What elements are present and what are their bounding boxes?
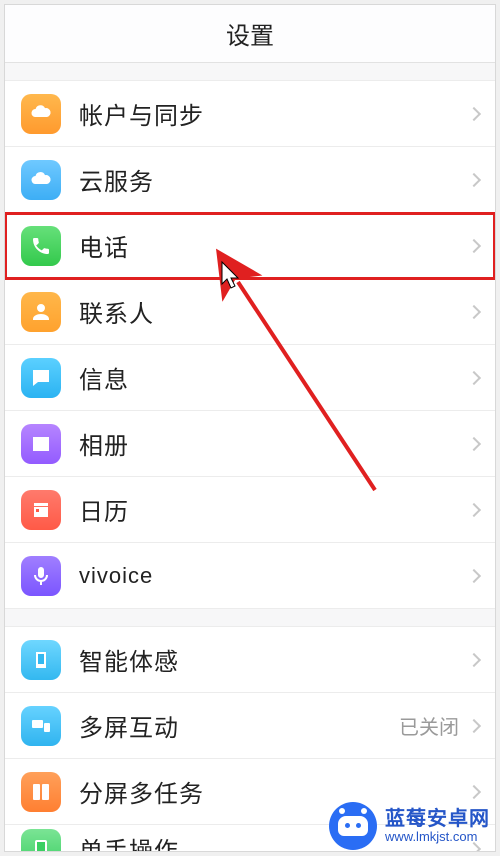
row-label: 电话 [79,228,469,263]
row-multi[interactable]: 多屏互动 已关闭 [5,693,495,759]
row-label: 相册 [79,426,469,461]
phone-icon [21,226,61,266]
chevron-right-icon [467,652,481,666]
calendar-icon [21,490,61,530]
cloud-icon [21,160,61,200]
chevron-right-icon [467,841,481,852]
chevron-right-icon [467,502,481,516]
row-label: 智能体感 [79,642,469,677]
chevron-right-icon [467,718,481,732]
onehand-icon [21,829,61,853]
settings-screen: 设置 帐户与同步 云服务 电话 [4,4,496,852]
motion-icon [21,640,61,680]
row-messages[interactable]: 信息 [5,345,495,411]
section-gap [5,63,495,81]
chevron-right-icon [467,106,481,120]
photos-icon [21,424,61,464]
chevron-right-icon [467,172,481,186]
row-motion[interactable]: 智能体感 [5,627,495,693]
row-split[interactable]: 分屏多任务 [5,759,495,825]
row-label: 单手操作 [79,831,469,852]
row-label: vivoice [79,563,469,589]
section-gap [5,609,495,627]
row-label: 联系人 [79,294,469,329]
row-label: 信息 [79,360,469,395]
row-vivoice[interactable]: vivoice [5,543,495,609]
row-value: 已关闭 [399,711,459,740]
settings-list-1: 帐户与同步 云服务 电话 联系人 [5,81,495,609]
row-contacts[interactable]: 联系人 [5,279,495,345]
chevron-right-icon [467,568,481,582]
row-cloud[interactable]: 云服务 [5,147,495,213]
contact-icon [21,292,61,332]
row-onehand[interactable]: 单手操作 [5,825,495,852]
page-title: 设置 [5,5,495,63]
row-phone[interactable]: 电话 [5,213,495,279]
account-cloud-icon [21,94,61,134]
chevron-right-icon [467,784,481,798]
chevron-right-icon [467,238,481,252]
multi-icon [21,706,61,746]
chevron-right-icon [467,436,481,450]
row-label: 云服务 [79,162,469,197]
row-photos[interactable]: 相册 [5,411,495,477]
settings-list-2: 智能体感 多屏互动 已关闭 分屏多任务 单手操作 [5,627,495,852]
chevron-right-icon [467,304,481,318]
chevron-right-icon [467,370,481,384]
row-account[interactable]: 帐户与同步 [5,81,495,147]
row-label: 日历 [79,492,469,527]
row-label: 多屏互动 [79,708,399,743]
message-icon [21,358,61,398]
mic-icon [21,556,61,596]
row-calendar[interactable]: 日历 [5,477,495,543]
row-label: 分屏多任务 [79,774,469,809]
split-icon [21,772,61,812]
row-label: 帐户与同步 [79,96,469,131]
